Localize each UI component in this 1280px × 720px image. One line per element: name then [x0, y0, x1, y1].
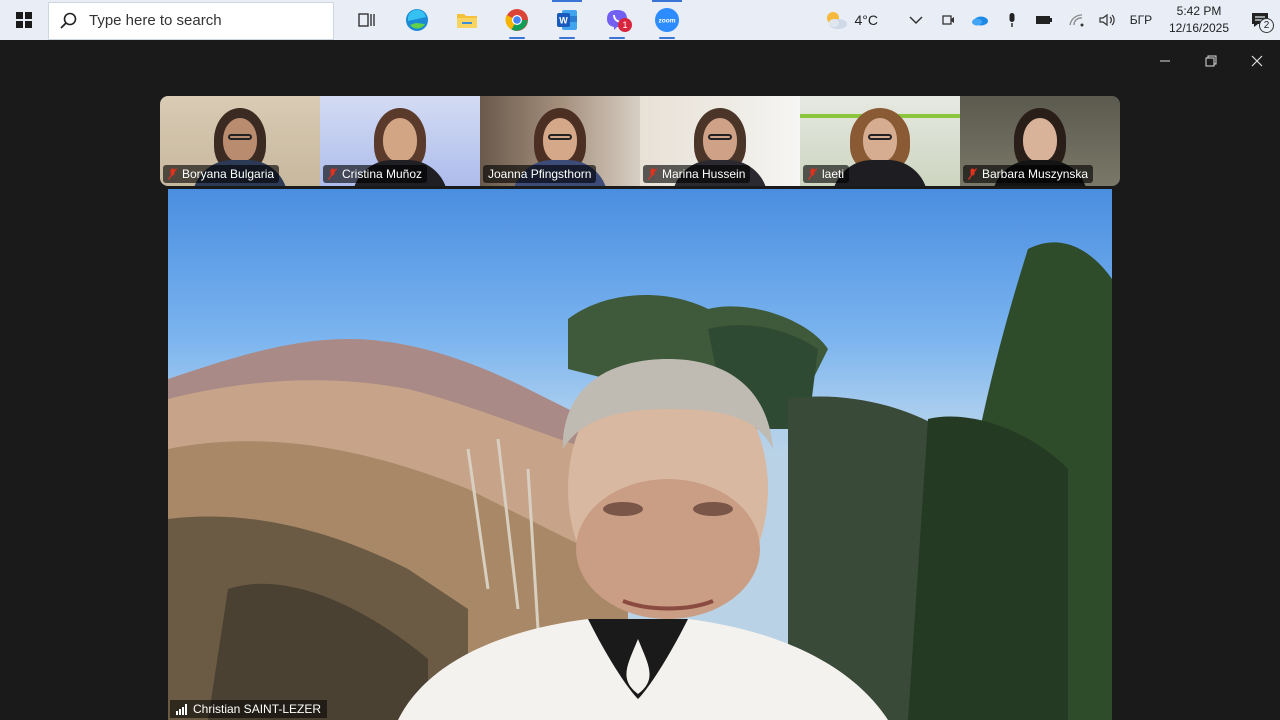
- participant-tile[interactable]: Marina Hussein: [640, 96, 800, 186]
- taskbar-clock[interactable]: 5:42 PM 12/16/2025: [1158, 3, 1240, 37]
- task-view-button[interactable]: [342, 0, 392, 40]
- taskbar-zoom[interactable]: zoom: [642, 0, 692, 40]
- search-input[interactable]: [87, 11, 311, 30]
- clock-time: 5:42 PM: [1176, 4, 1222, 18]
- weather-temperature: 4°C: [854, 12, 879, 28]
- restore-icon: [1205, 55, 1217, 67]
- svg-text:W: W: [559, 16, 568, 26]
- notification-center-button[interactable]: 2: [1240, 0, 1280, 40]
- participant-tile[interactable]: Boryana Bulgaria: [160, 96, 320, 186]
- windows-logo-icon: [16, 12, 32, 28]
- participant-name-tag: Cristina Muñoz: [323, 165, 428, 183]
- zoom-icon: zoom: [655, 8, 679, 32]
- participant-tile[interactable]: Barbara Muszynska: [960, 96, 1120, 186]
- taskbar-chrome[interactable]: [492, 0, 542, 40]
- participant-name: Joanna Pfingsthorn: [488, 167, 592, 181]
- tray-onedrive[interactable]: [964, 0, 996, 40]
- active-speaker-name: Christian SAINT-LEZER: [193, 702, 322, 716]
- tray-microphone[interactable]: [996, 0, 1028, 40]
- speaker-icon: [1099, 13, 1115, 27]
- mic-muted-icon: [648, 168, 657, 180]
- video-background-scene: [168, 242, 1112, 720]
- battery-icon: [1036, 16, 1052, 24]
- participant-tile[interactable]: laeti: [800, 96, 960, 186]
- participant-name-tag: Marina Hussein: [643, 165, 751, 183]
- taskbar-viber[interactable]: 1: [592, 0, 642, 40]
- participant-name: Cristina Muñoz: [342, 167, 423, 181]
- notification-count-badge: 2: [1259, 18, 1274, 33]
- camera-icon: [942, 15, 954, 25]
- wifi-icon: [1069, 14, 1084, 27]
- show-hidden-icons-button[interactable]: [900, 0, 932, 40]
- signal-strength-icon: [176, 703, 188, 715]
- edge-icon: [406, 9, 428, 31]
- restore-button[interactable]: [1188, 40, 1234, 82]
- participant-name: Boryana Bulgaria: [182, 167, 275, 181]
- minimize-icon: [1160, 60, 1170, 62]
- tray-battery[interactable]: [1028, 0, 1060, 40]
- mic-muted-icon: [968, 168, 977, 180]
- viber-unread-badge: 1: [618, 18, 632, 32]
- clock-date: 12/16/2025: [1168, 21, 1230, 35]
- partly-cloudy-icon: [826, 12, 847, 29]
- svg-text:zoom: zoom: [659, 18, 676, 25]
- taskbar-search-box[interactable]: [48, 1, 334, 40]
- chevron-up-icon: [909, 16, 923, 25]
- participant-name-tag: Barbara Muszynska: [963, 165, 1094, 183]
- mic-muted-icon: [168, 168, 177, 180]
- participant-name: Barbara Muszynska: [982, 167, 1089, 181]
- participant-name-tag: Boryana Bulgaria: [163, 165, 280, 183]
- search-icon: [60, 12, 77, 29]
- taskbar-edge[interactable]: [392, 0, 442, 40]
- tray-volume[interactable]: [1092, 0, 1124, 40]
- participant-name-tag: laeti: [803, 165, 850, 183]
- tray-network[interactable]: [1060, 0, 1092, 40]
- taskbar-word[interactable]: W: [542, 0, 592, 40]
- active-speaker-name-tag: Christian SAINT-LEZER: [170, 700, 328, 718]
- active-speaker-video[interactable]: Christian SAINT-LEZER: [168, 189, 1112, 720]
- participant-gallery: Boryana Bulgaria Cristina Muñoz Joanna P…: [160, 96, 1120, 186]
- close-icon: [1251, 55, 1263, 67]
- window-controls: [1142, 40, 1280, 82]
- input-language[interactable]: БГР: [1124, 13, 1158, 27]
- start-button[interactable]: [0, 0, 48, 40]
- taskbar: W 1 zoom 4°C: [0, 0, 1280, 40]
- task-view-icon: [358, 13, 375, 27]
- chrome-icon: [505, 9, 528, 31]
- participant-name: Marina Hussein: [662, 167, 746, 181]
- taskbar-file-explorer[interactable]: [442, 0, 492, 40]
- tray-meet-now[interactable]: [932, 0, 964, 40]
- mic-muted-icon: [328, 168, 337, 180]
- participant-tile[interactable]: Joanna Pfingsthorn: [480, 96, 640, 186]
- close-button[interactable]: [1234, 40, 1280, 82]
- mic-muted-icon: [808, 168, 817, 180]
- microphone-icon: [1009, 13, 1015, 27]
- word-icon: W: [557, 10, 577, 30]
- cloud-icon: [972, 16, 988, 26]
- minimize-button[interactable]: [1142, 40, 1188, 82]
- participant-tile[interactable]: Cristina Muñoz: [320, 96, 480, 186]
- weather-widget[interactable]: 4°C: [823, 9, 879, 31]
- folder-icon: [457, 14, 477, 28]
- participant-name: laeti: [822, 167, 845, 181]
- participant-name-tag: Joanna Pfingsthorn: [483, 165, 597, 183]
